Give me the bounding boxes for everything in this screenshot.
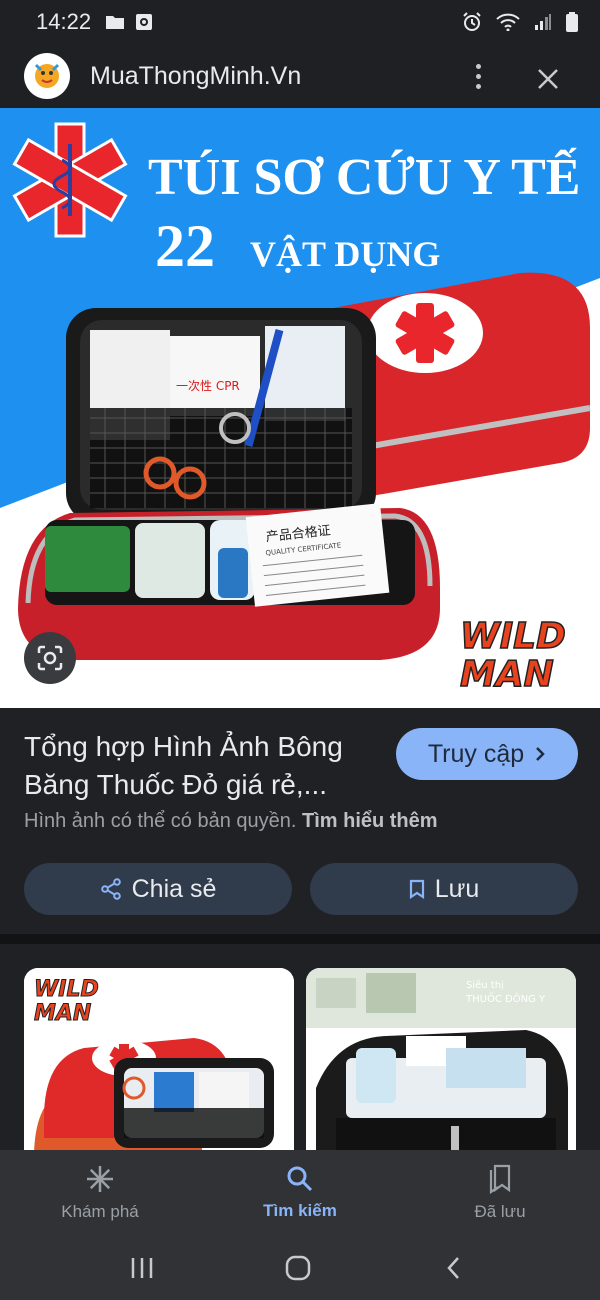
visit-button[interactable]: Truy cập [396,728,578,780]
section-divider [0,934,600,944]
bookmarks-icon [489,1164,511,1194]
nav-search[interactable]: Tìm kiếm [200,1150,400,1236]
home-button[interactable] [280,1250,316,1286]
lens-search-button[interactable] [24,632,76,684]
open-case-base: 产品合格证 QUALITY CERTIFICATE [18,503,440,660]
nav-saved[interactable]: Đã lưu [400,1150,600,1236]
status-bar: 14:22 [0,0,600,44]
card2-watermark-line-2: THUỐC ĐÔNG Y [465,991,546,1005]
copyright-notice: Hình ảnh có thể có bản quyền. Tìm hiểu t… [24,810,438,833]
nav-discover-label: Khám phá [61,1202,139,1221]
image-info-panel: Tổng hợp Hình Ảnh Bông Băng Thuốc Đỏ giá… [0,708,600,934]
screen-record-icon [136,14,153,30]
signal-icon [535,14,551,30]
site-logo-icon [34,63,60,88]
more-options-button[interactable] [466,58,490,94]
nav-saved-label: Đã lưu [474,1202,526,1221]
asterisk-icon [87,1166,113,1192]
brand-logo-line-1: WILD [460,616,566,657]
visit-label: Truy cập [427,739,525,768]
status-time: 14:22 [36,9,92,34]
folder-icon [106,16,125,29]
system-navigation [0,1236,600,1300]
share-label: Chia sẻ [131,874,217,903]
back-icon [447,1257,459,1279]
home-icon [285,1255,311,1281]
nav-discover[interactable]: Khám phá [0,1150,200,1236]
related-image-card[interactable]: Siêu thị THUỐC ĐÔNG Y [306,968,576,1150]
recent-apps-button[interactable] [124,1250,160,1286]
back-button[interactable] [436,1250,472,1286]
bookmark-icon [409,879,424,899]
learn-more-link[interactable]: Tìm hiểu thêm [302,810,438,832]
search-icon [287,1166,313,1192]
share-icon [100,878,121,900]
main-product-image[interactable]: TÚI SƠ CỨU Y TẾ 22 VẬT DỤNG 一次性 CPR 产品合格… [0,108,600,708]
related-image-2: Siêu thị THUỐC ĐÔNG Y [306,968,576,1150]
product-illustration: TÚI SƠ CỨU Y TẾ 22 VẬT DỤNG 一次性 CPR 产品合格… [0,108,600,696]
status-left-icons [105,13,153,31]
chevron-right-icon [536,747,545,761]
lens-icon [37,645,63,671]
related-images-grid: WILD MAN Siêu thị THUỐC ĐÔNG Y [0,944,600,1150]
open-case-lid: 一次性 CPR [66,308,376,523]
image-title[interactable]: Tổng hợp Hình Ảnh Bông Băng Thuốc Đỏ giá… [24,728,384,804]
copyright-text: Hình ảnh có thể có bản quyền. [24,810,297,832]
headline-line-1: TÚI SƠ CỨU Y TẾ [148,146,580,206]
headline-line-2: VẬT DỤNG [250,234,440,274]
card1-brand-line-2: MAN [34,1001,91,1026]
related-image-1: WILD MAN [24,968,294,1150]
battery-icon [566,12,578,32]
related-image-card[interactable]: WILD MAN [24,968,294,1150]
site-header: MuaThongMinh.Vn [0,44,600,108]
save-label: Lưu [434,874,480,903]
site-avatar[interactable] [24,53,70,99]
status-right-icons [462,12,578,32]
bottom-navigation: Khám phá Tìm kiếm Đã lưu [0,1150,600,1236]
brand-logo-line-2: MAN [460,654,554,695]
card1-brand-line-1: WILD [34,977,99,1002]
save-button[interactable]: Lưu [310,863,578,915]
headline-number: 22 [155,213,215,279]
alarm-icon [463,12,481,31]
cpr-label: 一次性 CPR [176,379,240,393]
nav-search-label: Tìm kiếm [263,1201,337,1220]
wifi-icon [496,13,520,31]
card2-watermark-line-1: Siêu thị [466,979,504,991]
share-button[interactable]: Chia sẻ [24,863,292,915]
recent-apps-icon [131,1258,153,1278]
site-name[interactable]: MuaThongMinh.Vn [90,62,301,91]
close-icon[interactable] [533,64,563,94]
